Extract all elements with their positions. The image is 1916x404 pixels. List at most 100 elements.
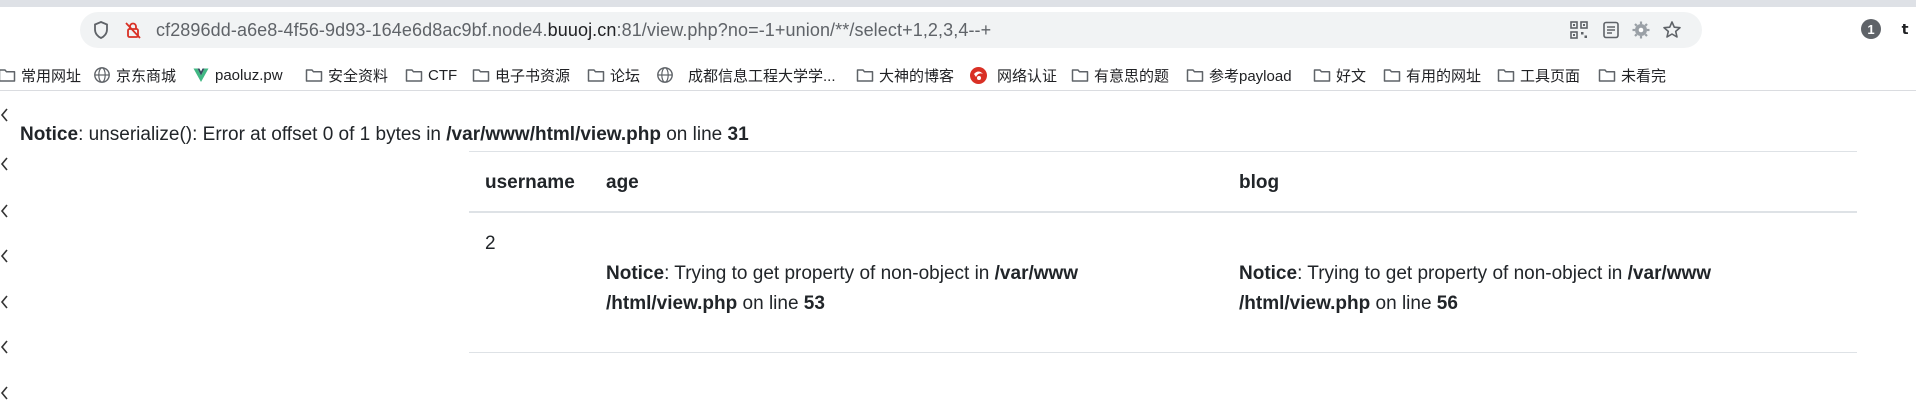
bookmark-item[interactable]: 成都信息工程大学学...	[656, 62, 836, 88]
bookmark-label: paoluz.pw	[215, 66, 283, 84]
bookmark-label: 工具页面	[1520, 67, 1581, 85]
bookmark-item[interactable]: paoluz.pw	[192, 62, 283, 88]
bookmark-item[interactable]: CTF	[405, 62, 457, 88]
chevron-left-icon	[0, 340, 8, 354]
folder-icon	[405, 69, 423, 82]
notice-on-line: on line	[660, 124, 728, 145]
folder-icon	[856, 69, 874, 82]
table-header-border	[469, 211, 1857, 213]
cell-age: Notice: Trying to get property of non-ob…	[606, 259, 1166, 319]
notice-label: Notice	[20, 124, 79, 145]
folder-icon	[1598, 69, 1616, 82]
bookmark-label: 成都信息工程大学学...	[688, 67, 836, 85]
bookmark-item[interactable]: 网络认证	[969, 62, 1057, 88]
notice-file: /var/www	[994, 263, 1079, 284]
bookmark-label: 安全资料	[328, 67, 389, 85]
notice-text: : unserialize(): Error at offset 0 of 1 …	[78, 124, 447, 145]
bookmark-label: 常用网址	[21, 67, 82, 85]
globe-icon	[657, 67, 673, 83]
bookmark-item[interactable]: 工具页面	[1497, 62, 1580, 88]
url-suffix: :81/view.php?no=-1+union/**/select+1,2,3…	[616, 20, 992, 40]
folder-icon	[1313, 69, 1331, 82]
globe-icon	[94, 67, 110, 83]
bookmark-item[interactable]: 电子书资源	[472, 62, 570, 88]
cell-username: 2	[485, 233, 496, 254]
star-icon[interactable]	[1661, 19, 1683, 41]
bookmark-item[interactable]: 大神的博客	[856, 62, 954, 88]
cell-blog: Notice: Trying to get property of non-ob…	[1239, 259, 1799, 319]
notice-file: /var/www	[1627, 263, 1712, 284]
bookmark-label: 京东商城	[116, 67, 177, 85]
bookmark-item[interactable]: 未看完	[1598, 62, 1666, 88]
svg-text:t: t	[1902, 22, 1909, 38]
bookmark-item[interactable]: 常用网址	[0, 62, 81, 88]
bookmark-item[interactable]: 安全资料	[305, 62, 388, 88]
bookmark-item[interactable]: 有用的网址	[1383, 62, 1481, 88]
bookmark-item[interactable]: 有意思的题	[1071, 62, 1169, 88]
chevron-left-icon	[0, 108, 8, 122]
folder-icon	[305, 69, 323, 82]
page-content: Notice: unserialize(): Error at offset 0…	[0, 91, 1916, 404]
bookmark-label: 网络认证	[997, 67, 1058, 85]
folder-icon	[0, 69, 16, 82]
notice-text: : Trying to get property of non-object i…	[1297, 263, 1628, 284]
header-blog: blog	[1239, 172, 1280, 193]
notice-on-line: on line	[1370, 293, 1437, 314]
bookmark-label: 大神的博客	[879, 67, 955, 85]
url-host: buuoj.cn	[547, 20, 617, 40]
profile-badge-count: 1	[1867, 21, 1875, 37]
notice-label: Notice	[606, 263, 665, 284]
notice-line: 53	[803, 293, 825, 314]
notice-text: : Trying to get property of non-object i…	[664, 263, 995, 284]
bookmark-label: 电子书资源	[495, 67, 571, 85]
folder-icon	[472, 69, 490, 82]
notice-on-line: on line	[737, 293, 804, 314]
bookmark-label: 有用的网址	[1406, 67, 1482, 85]
not-secure-icon[interactable]	[122, 19, 144, 41]
bookmark-label: 参考payload	[1209, 67, 1292, 85]
qr-code-icon[interactable]	[1568, 19, 1590, 41]
folder-icon	[1383, 69, 1401, 82]
notice-file: /html/view.php	[1239, 293, 1371, 314]
red-logo-icon	[970, 66, 987, 84]
bookmark-label: 好文	[1336, 67, 1367, 85]
extension-icon[interactable]	[1630, 19, 1652, 41]
profile-badge-icon[interactable]: 1	[1858, 16, 1884, 42]
folder-icon	[587, 69, 605, 82]
chevron-left-icon	[0, 157, 8, 171]
header-age: age	[606, 172, 639, 193]
notice-file: /var/www/html/view.php	[446, 124, 661, 145]
notice-file: /html/view.php	[606, 293, 738, 314]
table-bottom-border	[469, 352, 1857, 353]
chevron-left-icon	[0, 204, 8, 218]
table-top-border	[469, 151, 1857, 152]
header-username: username	[485, 172, 575, 193]
folder-icon	[1071, 69, 1089, 82]
notice-label: Notice	[1239, 263, 1298, 284]
bookmark-label: 论坛	[610, 67, 641, 85]
chevron-left-icon	[0, 386, 8, 400]
notice-line: 31	[727, 124, 749, 145]
bookmark-item[interactable]: 京东商城	[93, 62, 176, 88]
notice-unserialize: Notice: unserialize(): Error at offset 0…	[20, 124, 749, 146]
folder-icon	[1497, 69, 1515, 82]
chevron-left-icon	[0, 249, 8, 263]
bookmark-label: 有意思的题	[1094, 67, 1170, 85]
bookmarks-bar: 常用网址 京东商城 paoluz.pw 安全资料 CTF 电子书资源 论坛 成都…	[0, 60, 1916, 91]
url-text[interactable]: cf2896dd-a6e8-4f56-9d93-164e6d8ac9bf.nod…	[156, 20, 991, 41]
reader-mode-icon[interactable]	[1600, 19, 1622, 41]
tab-strip	[0, 0, 1916, 7]
bookmark-label: CTF	[428, 66, 458, 84]
address-bar[interactable]: cf2896dd-a6e8-4f56-9d93-164e6d8ac9bf.nod…	[80, 12, 1702, 48]
url-prefix: cf2896dd-a6e8-4f56-9d93-164e6d8ac9bf.nod…	[156, 20, 548, 40]
shield-icon[interactable]	[90, 19, 112, 41]
bookmark-item[interactable]: 好文	[1313, 62, 1366, 88]
bookmark-item[interactable]: 论坛	[587, 62, 640, 88]
tab-icon[interactable]: t	[1900, 16, 1916, 42]
bookmark-item[interactable]: 参考payload	[1186, 62, 1292, 88]
notice-line: 56	[1436, 293, 1458, 314]
chevron-left-icon	[0, 295, 8, 309]
v-logo-icon	[193, 68, 209, 82]
bookmark-label: 未看完	[1621, 67, 1667, 85]
folder-icon	[1186, 69, 1204, 82]
